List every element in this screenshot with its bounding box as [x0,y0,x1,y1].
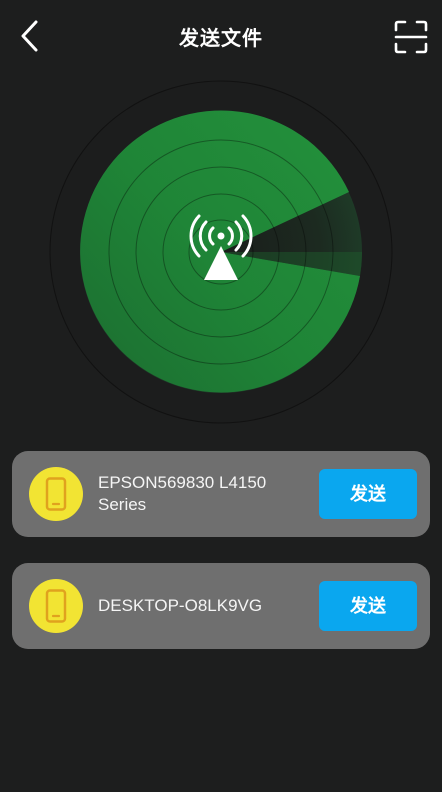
scan-frame-icon [394,20,428,54]
send-button[interactable]: 发送 [319,581,417,631]
send-button[interactable]: 发送 [319,469,417,519]
device-card[interactable]: DESKTOP-O8LK9VG 发送 [12,563,430,649]
device-name: DESKTOP-O8LK9VG [98,596,263,615]
scan-button[interactable] [392,18,430,56]
device-card[interactable]: EPSON569830 L4150 Series 发送 [12,451,430,537]
device-name: EPSON569830 L4150 Series [98,473,267,514]
phone-icon [45,477,67,511]
phone-icon [45,589,67,623]
device-avatar [29,467,83,521]
header: 发送文件 [0,0,442,72]
page-title: 发送文件 [179,28,263,50]
radar-scanner [49,80,393,424]
device-avatar [29,579,83,633]
